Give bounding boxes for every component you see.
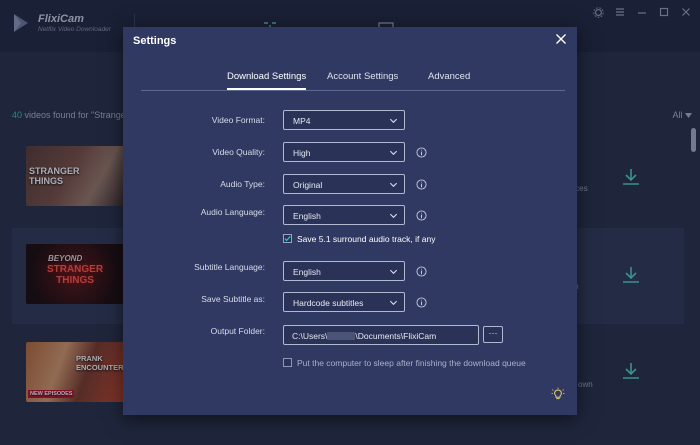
save-subtitle-label: Save Subtitle as: (201, 294, 265, 304)
subtitle-language-select[interactable]: English (283, 261, 405, 281)
sleep-label: Put the computer to sleep after finishin… (297, 358, 526, 368)
dialog-title: Settings (133, 35, 177, 47)
subtitle-language-value: English (293, 267, 321, 277)
tab-download-settings[interactable]: Download Settings (227, 71, 307, 90)
video-format-select[interactable]: MP4 (283, 110, 405, 130)
save-subtitle-value: Hardcode subtitles (293, 298, 364, 308)
chevron-down-icon (389, 182, 398, 188)
audio-language-label: Audio Language: (200, 207, 265, 217)
chevron-down-icon (389, 213, 398, 219)
chevron-down-icon (389, 300, 398, 306)
chevron-down-icon (389, 269, 398, 275)
video-quality-select[interactable]: High (283, 142, 405, 162)
output-folder-field[interactable]: C:\Users\ \Documents\FlixiCam (283, 325, 479, 345)
audio-type-label: Audio Type: (220, 179, 265, 189)
close-icon[interactable] (555, 33, 567, 45)
subtitle-language-label: Subtitle Language: (194, 262, 265, 272)
video-quality-label: Video Quality: (212, 147, 265, 157)
chevron-down-icon (389, 118, 398, 124)
tab-account-settings[interactable]: Account Settings (327, 71, 398, 88)
checkmark-icon (284, 235, 291, 242)
info-icon[interactable] (416, 297, 427, 308)
settings-tabs: Download Settings Account Settings Advan… (141, 71, 565, 91)
browse-folder-button[interactable]: ··· (483, 326, 503, 343)
tab-advanced[interactable]: Advanced (428, 71, 470, 88)
output-folder-prefix: C:\Users\ (292, 331, 328, 341)
surround-checkbox[interactable] (283, 234, 292, 243)
settings-dialog: Settings Download Settings Account Setti… (123, 27, 577, 415)
video-format-label: Video Format: (211, 115, 265, 125)
info-icon[interactable] (416, 147, 427, 158)
info-icon[interactable] (416, 179, 427, 190)
save-subtitle-select[interactable]: Hardcode subtitles (283, 292, 405, 312)
output-folder-suffix: \Documents\FlixiCam (355, 331, 437, 341)
audio-type-select[interactable]: Original (283, 174, 405, 194)
lightbulb-icon[interactable] (551, 387, 565, 401)
output-folder-label: Output Folder: (210, 326, 265, 336)
sleep-checkbox[interactable] (283, 358, 292, 367)
audio-language-value: English (293, 211, 321, 221)
redacted-username (327, 332, 356, 340)
audio-language-select[interactable]: English (283, 205, 405, 225)
surround-label: Save 5.1 surround audio track, if any (297, 234, 436, 244)
chevron-down-icon (389, 150, 398, 156)
info-icon[interactable] (416, 266, 427, 277)
info-icon[interactable] (416, 210, 427, 221)
audio-type-value: Original (293, 180, 323, 190)
video-quality-value: High (293, 148, 311, 158)
video-format-value: MP4 (293, 116, 311, 126)
